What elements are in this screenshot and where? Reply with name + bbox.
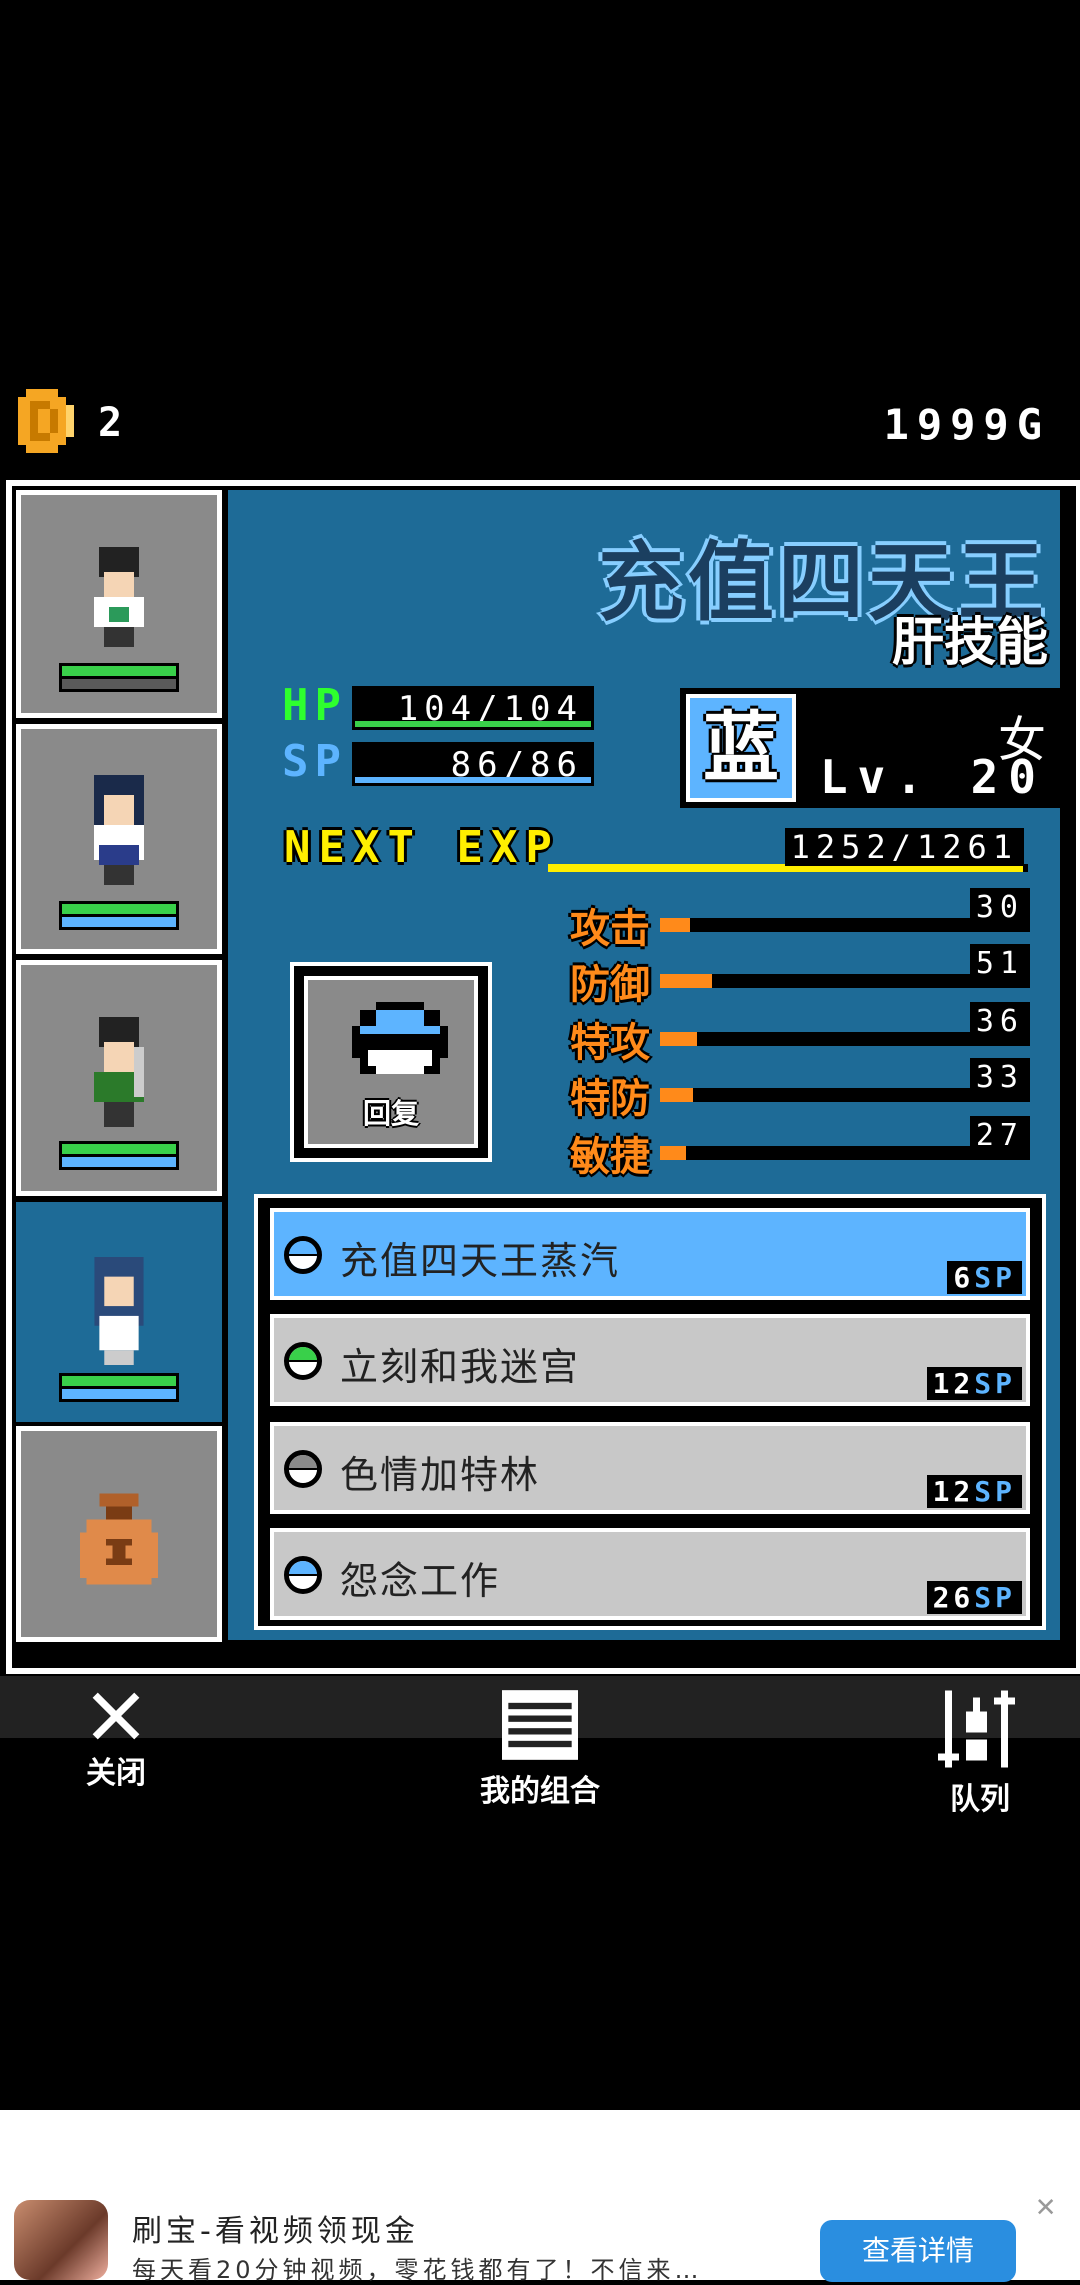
skill-cost: 6SP — [947, 1261, 1022, 1294]
skill-item[interactable]: 立刻和我迷宫 12SP — [270, 1314, 1030, 1406]
attr-name: 特防 — [570, 1076, 650, 1122]
inventory-bag-slot[interactable] — [16, 1426, 222, 1642]
money-bag-icon — [80, 1493, 158, 1585]
skill-name: 立刻和我迷宫 — [340, 1345, 581, 1389]
heal-button[interactable]: 回复 — [290, 962, 492, 1162]
skill-cost: 12SP — [926, 1367, 1022, 1400]
character-subtitle: 肝技能 — [891, 613, 1048, 673]
gold-amount: 1999G — [883, 400, 1050, 449]
attr-name: 防御 — [570, 962, 650, 1008]
attr-value: 27 — [969, 1116, 1030, 1155]
heal-label: 回复 — [362, 1097, 419, 1130]
attr-fill — [660, 1032, 697, 1046]
close-label: 关闭 — [86, 1756, 146, 1791]
skill-orb-icon — [284, 1556, 322, 1594]
skill-item[interactable]: 怨念工作 26SP — [270, 1528, 1030, 1620]
attr-name: 敏捷 — [570, 1134, 650, 1180]
attr-name: 特攻 — [570, 1020, 650, 1066]
sort-queue-icon — [938, 1690, 1015, 1768]
attr-name: 攻击 — [570, 906, 650, 952]
ad-view-details-button[interactable]: 查看详情 — [820, 2220, 1016, 2282]
my-combo-label: 我的组合 — [480, 1774, 600, 1809]
skill-name: 色情加特林 — [340, 1453, 541, 1497]
skill-item[interactable]: 充值四天王蒸汽 6SP — [270, 1208, 1030, 1300]
next-exp-value: 1252/1261 — [784, 828, 1024, 866]
list-icon — [502, 1690, 578, 1760]
party-slot-1[interactable] — [16, 490, 222, 718]
party-slot-3[interactable] — [16, 960, 222, 1196]
party-slot-2[interactable] — [16, 724, 222, 954]
attr-value: 30 — [969, 888, 1030, 927]
skill-orb-icon — [284, 1342, 322, 1380]
hp-box: 104/104 — [352, 686, 594, 730]
hp-label: HP — [282, 680, 347, 731]
attr-value: 51 — [969, 944, 1030, 983]
level: Lv. 20 — [819, 750, 1046, 804]
ad-close-icon[interactable]: ✕ — [1036, 2186, 1055, 2224]
character-sprite-icon — [94, 775, 144, 885]
sp-bar — [355, 777, 591, 783]
coin-count: 2 — [98, 400, 127, 446]
character-sprite-icon — [94, 1017, 144, 1127]
attr-fill — [660, 1146, 686, 1160]
queue-button[interactable]: 队列 — [920, 1690, 1040, 1818]
close-button[interactable]: 关闭 — [56, 1690, 176, 1792]
attr-value: 36 — [969, 1002, 1030, 1041]
skill-orb-icon — [284, 1236, 322, 1274]
skill-name: 怨念工作 — [340, 1559, 501, 1603]
attr-fill — [660, 974, 712, 988]
sp-box: 86/86 — [352, 742, 594, 786]
coin-icon — [18, 389, 74, 453]
character-sprite-icon — [94, 1257, 144, 1365]
queue-label: 队列 — [950, 1782, 1010, 1817]
next-exp-label: NEXT EXP — [284, 822, 560, 873]
attr-fill — [660, 1088, 694, 1102]
ad-thumbnail[interactable] — [14, 2200, 108, 2280]
my-combo-button[interactable]: 我的组合 — [460, 1690, 620, 1810]
party-slot-4-selected[interactable] — [16, 1202, 222, 1422]
skill-cost: 26SP — [926, 1581, 1022, 1614]
attr-value: 33 — [969, 1058, 1030, 1097]
sp-label: SP — [282, 736, 347, 787]
ad-title[interactable]: 刷宝-看视频领现金 — [132, 2206, 419, 2250]
skill-orb-icon — [284, 1450, 322, 1488]
skill-cost: 12SP — [926, 1475, 1022, 1508]
close-icon — [92, 1692, 140, 1740]
skill-name: 充值四天王蒸汽 — [340, 1239, 621, 1283]
skill-item[interactable]: 色情加特林 12SP — [270, 1422, 1030, 1514]
attr-fill — [660, 918, 690, 932]
character-sprite-icon — [94, 547, 144, 647]
skill-list: 充值四天王蒸汽 6SP 立刻和我迷宫 12SP 色情加特林 12SP 怨念工作 … — [254, 1194, 1046, 1630]
team-tag: 蓝 — [686, 694, 796, 802]
hp-bar — [355, 721, 591, 727]
potion-orb-icon — [352, 1002, 448, 1074]
